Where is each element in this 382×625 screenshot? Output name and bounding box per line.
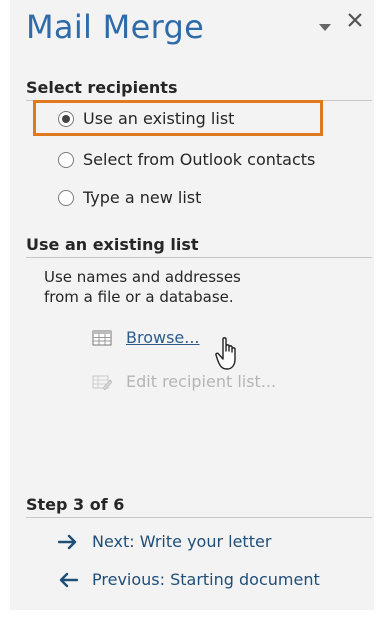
browse-label[interactable]: Browse... xyxy=(126,328,200,347)
table-icon xyxy=(92,330,112,345)
arrow-right-icon xyxy=(58,534,77,549)
next-step-link[interactable]: Next: Write your letter xyxy=(58,532,271,551)
radio-use-existing-list[interactable]: Use an existing list xyxy=(58,109,234,128)
radio-button[interactable] xyxy=(58,151,74,168)
dropdown-triangle-icon[interactable] xyxy=(318,16,332,37)
section-divider xyxy=(26,517,372,518)
edit-list-icon xyxy=(92,375,112,390)
select-recipients-heading: Select recipients xyxy=(26,78,178,97)
existing-list-description: Use names and addresses from a file or a… xyxy=(44,267,241,307)
radio-button[interactable] xyxy=(58,189,74,206)
radio-label: Type a new list xyxy=(83,188,202,207)
pane-title: Mail Merge xyxy=(26,8,205,46)
close-icon[interactable] xyxy=(345,10,365,35)
radio-button-checked[interactable] xyxy=(58,110,74,127)
arrow-left-icon xyxy=(59,572,78,587)
radio-label: Use an existing list xyxy=(83,109,235,128)
step-heading: Step 3 of 6 xyxy=(26,495,125,514)
previous-step-link[interactable]: Previous: Starting document xyxy=(58,570,320,589)
hand-pointer-icon xyxy=(214,336,244,376)
radio-type-new-list[interactable]: Type a new list xyxy=(58,188,201,207)
description-line: from a file or a database. xyxy=(44,288,234,306)
browse-link[interactable]: Browse... xyxy=(92,328,200,347)
edit-recipient-list-link[interactable]: Edit recipient list... xyxy=(92,372,276,391)
existing-list-heading: Use an existing list xyxy=(26,235,199,254)
radio-outlook-contacts[interactable]: Select from Outlook contacts xyxy=(58,150,315,169)
description-line: Use names and addresses xyxy=(44,268,241,286)
edit-recipient-list-label: Edit recipient list... xyxy=(126,372,277,391)
radio-label: Select from Outlook contacts xyxy=(83,150,316,169)
section-divider xyxy=(26,257,372,258)
next-step-label[interactable]: Next: Write your letter xyxy=(92,532,271,551)
previous-step-label[interactable]: Previous: Starting document xyxy=(92,570,320,589)
